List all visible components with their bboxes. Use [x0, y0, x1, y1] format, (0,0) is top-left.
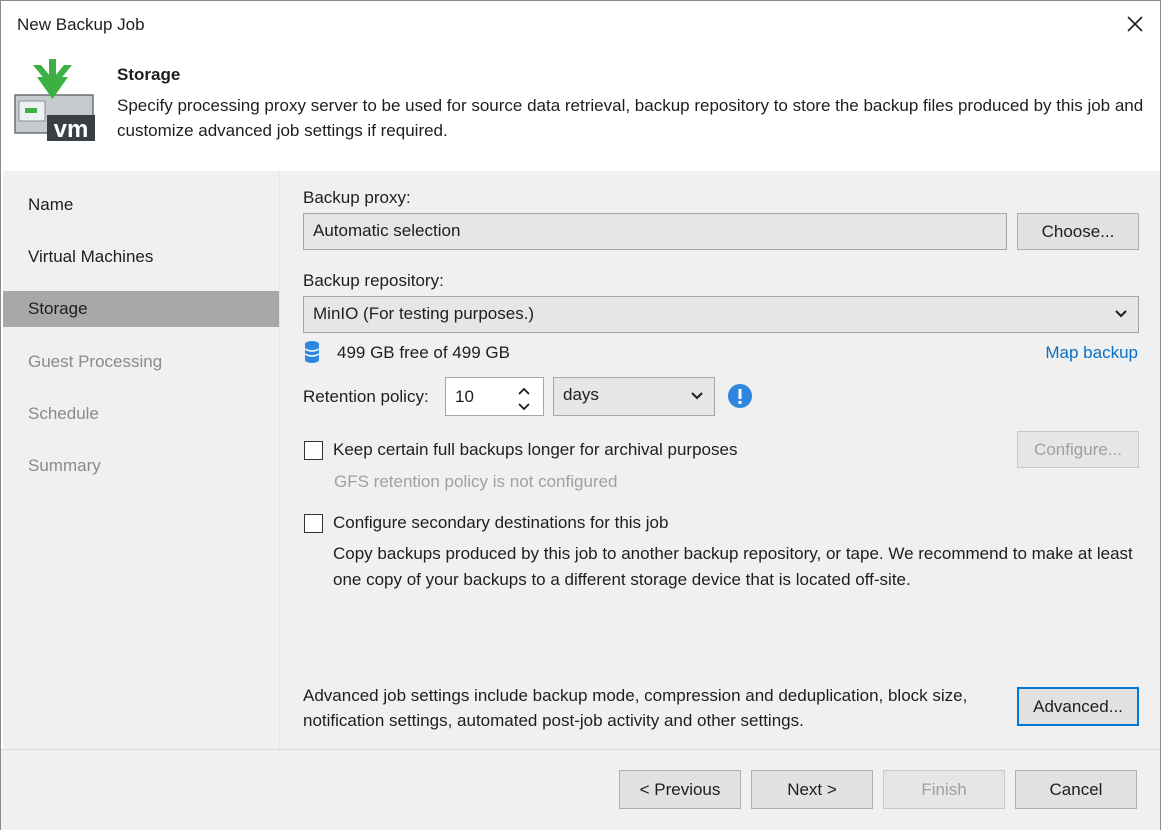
configure-gfs-button: Configure... [1017, 431, 1139, 468]
gfs-status-text: GFS retention policy is not configured [334, 472, 618, 491]
storage-settings-panel: Backup proxy: Automatic selection Choose… [279, 171, 1160, 749]
sidebar-item-guest-processing: Guest Processing [28, 352, 163, 371]
backup-proxy-label: Backup proxy: [303, 188, 411, 207]
wizard-steps-sidebar: Name Virtual Machines Storage Guest Proc… [3, 171, 279, 749]
retention-value-stepper[interactable]: 10 [445, 377, 544, 416]
previous-button[interactable]: < Previous [619, 770, 741, 809]
keep-full-backups-checkbox[interactable] [304, 441, 323, 460]
advanced-button[interactable]: Advanced... [1017, 687, 1139, 726]
secondary-destinations-label: Configure secondary destinations for thi… [333, 513, 669, 532]
sidebar-item-summary: Summary [28, 456, 101, 475]
sidebar-item-storage[interactable]: Storage [3, 291, 279, 327]
retention-policy-label: Retention policy: [303, 387, 429, 406]
chevron-down-icon [1114, 297, 1128, 343]
new-backup-job-window: New Backup Job vm Storage Specify proces… [0, 0, 1161, 830]
window-title: New Backup Job [17, 15, 145, 34]
backup-repository-value: MinIO (For testing purposes.) [313, 304, 535, 323]
keep-full-backups-label: Keep certain full backups longer for arc… [333, 440, 738, 459]
cancel-button[interactable]: Cancel [1015, 770, 1137, 809]
finish-button: Finish [883, 770, 1005, 809]
wizard-header: vm Storage Specify processing proxy serv… [1, 51, 1160, 171]
backup-repository-label: Backup repository: [303, 271, 444, 290]
retention-unit-value: days [563, 385, 599, 404]
chevron-down-icon[interactable] [517, 398, 531, 418]
page-description: Specify processing proxy server to be us… [117, 96, 1144, 140]
database-icon [304, 340, 320, 369]
backup-proxy-field[interactable]: Automatic selection [303, 213, 1007, 250]
title-bar: New Backup Job [1, 1, 1160, 51]
repository-free-space: 499 GB free of 499 GB [337, 343, 510, 362]
advanced-settings-description: Advanced job settings include backup mod… [303, 686, 968, 730]
close-icon[interactable] [1124, 13, 1146, 35]
page-title: Storage [117, 65, 181, 84]
sidebar-item-name[interactable]: Name [3, 187, 279, 223]
retention-unit-select[interactable]: days [553, 377, 715, 416]
secondary-destinations-description: Copy backups produced by this job to ano… [333, 544, 1133, 589]
secondary-destinations-checkbox[interactable] [304, 514, 323, 533]
retention-value: 10 [455, 387, 474, 406]
sidebar-item-schedule: Schedule [28, 404, 99, 423]
wizard-footer: < Previous Next > Finish Cancel [1, 749, 1160, 830]
svg-text:vm: vm [54, 116, 89, 141]
vm-backup-icon: vm [13, 57, 97, 143]
sidebar-item-virtual-machines[interactable]: Virtual Machines [3, 239, 279, 275]
map-backup-link[interactable]: Map backup [1045, 343, 1138, 363]
choose-proxy-button[interactable]: Choose... [1017, 213, 1139, 250]
backup-repository-select[interactable]: MinIO (For testing purposes.) [303, 296, 1139, 333]
info-icon[interactable] [727, 383, 753, 414]
next-button[interactable]: Next > [751, 770, 873, 809]
chevron-down-icon [690, 378, 704, 426]
